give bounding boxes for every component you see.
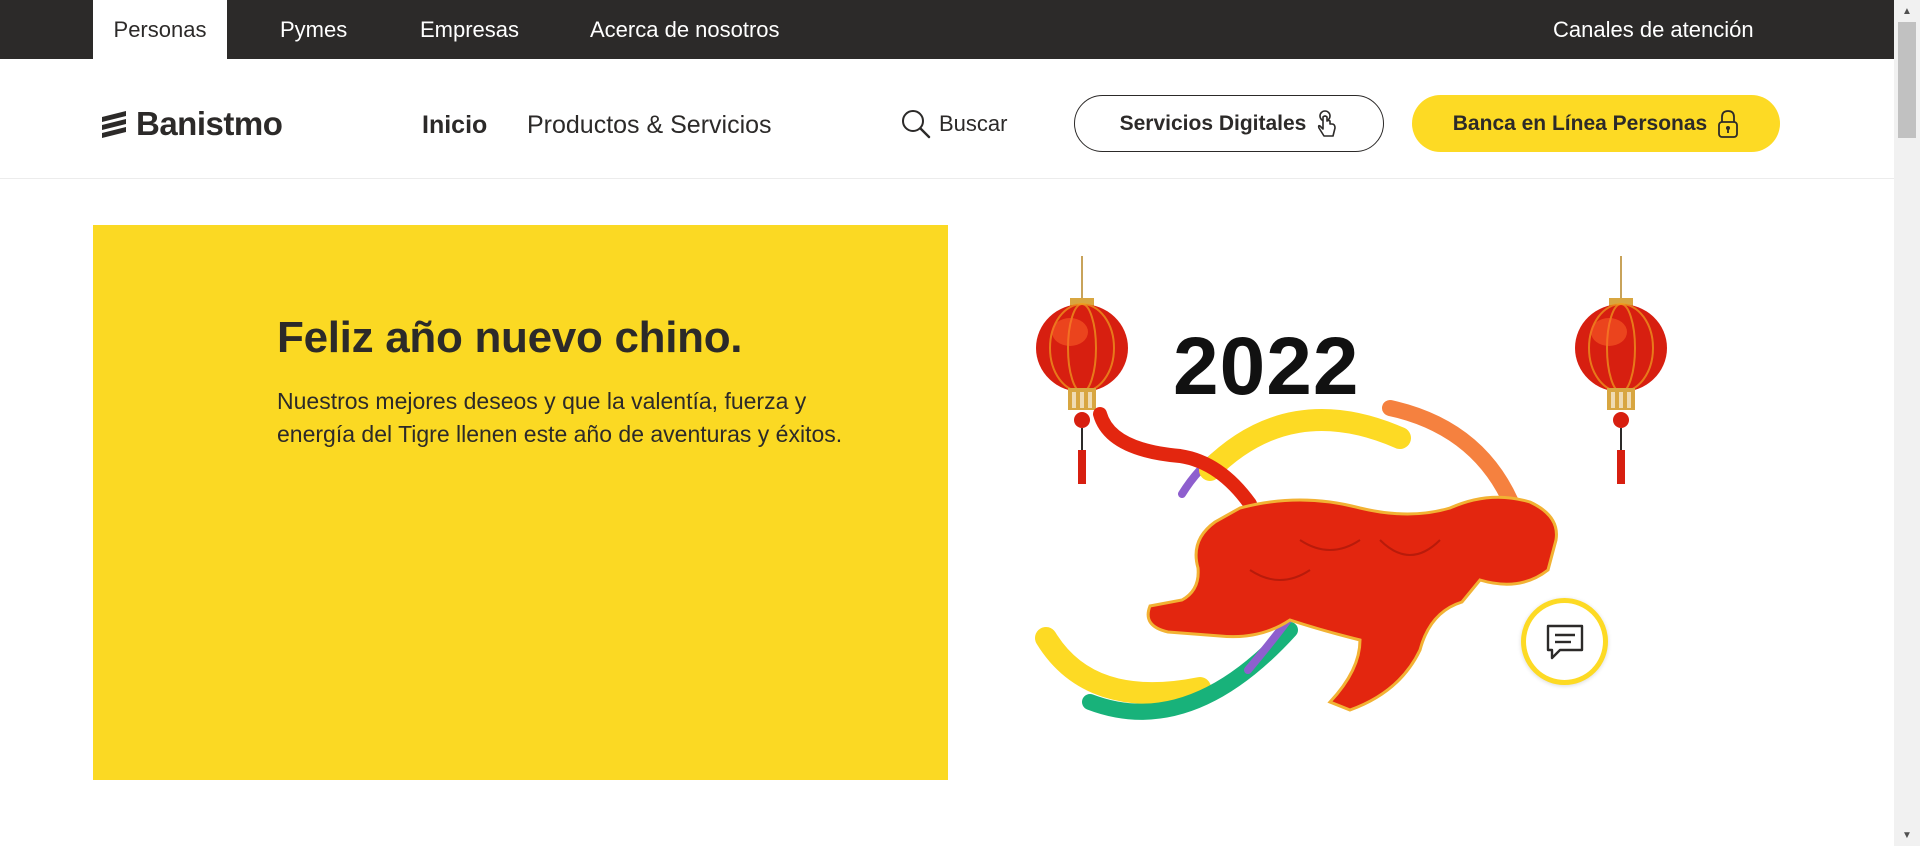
main-header: Banistmo Inicio Productos & Servicios Bu… [0,59,1894,179]
touch-hand-icon [1316,109,1338,139]
search-icon [902,110,931,139]
banca-en-linea-personas-button[interactable]: Banca en Línea Personas [1412,95,1780,152]
tab-personas[interactable]: Personas [93,0,227,59]
chinese-new-year-illustration [1035,256,1667,720]
chat-icon [1546,624,1583,659]
hero-title: Feliz año nuevo chino. [277,313,743,362]
banca-en-linea-label: Banca en Línea Personas [1452,111,1708,135]
scroll-down-arrow-icon[interactable]: ▼ [1894,824,1920,846]
top-segment-bar: Personas Pymes Empresas Acerca de nosotr… [0,0,1894,59]
logo-text: Banistmo [136,105,283,142]
page-scrollbar[interactable]: ▲ ▼ [1894,0,1920,846]
tab-pymes[interactable]: Pymes [280,0,347,59]
tab-acerca-de-nosotros[interactable]: Acerca de nosotros [590,0,780,59]
right-lantern-icon [1575,256,1667,484]
tab-empresas[interactable]: Empresas [420,0,519,59]
servicios-digitales-label: Servicios Digitales [1119,111,1307,135]
scroll-up-arrow-icon[interactable]: ▲ [1894,0,1920,22]
search-button[interactable]: Buscar [901,109,1007,139]
banistmo-logo-mark-icon [102,111,126,138]
servicios-digitales-button[interactable]: Servicios Digitales [1074,95,1384,152]
banistmo-logo[interactable]: Banistmo [98,105,283,142]
hero-banner: Feliz año nuevo chino. Nuestros mejores … [93,225,948,780]
left-lantern-icon [1036,256,1128,484]
chat-button[interactable] [1521,598,1608,685]
scroll-thumb[interactable] [1898,22,1916,138]
search-label: Buscar [939,111,1008,136]
year-text: 2022 [1173,321,1360,412]
nav-inicio[interactable]: Inicio [422,111,487,140]
canales-de-atencion-link[interactable]: Canales de atención [1553,0,1754,59]
hero-description: Nuestros mejores deseos y que la valentí… [277,388,843,447]
nav-productos-servicios[interactable]: Productos & Servicios [527,111,772,140]
lock-icon [1717,109,1739,139]
